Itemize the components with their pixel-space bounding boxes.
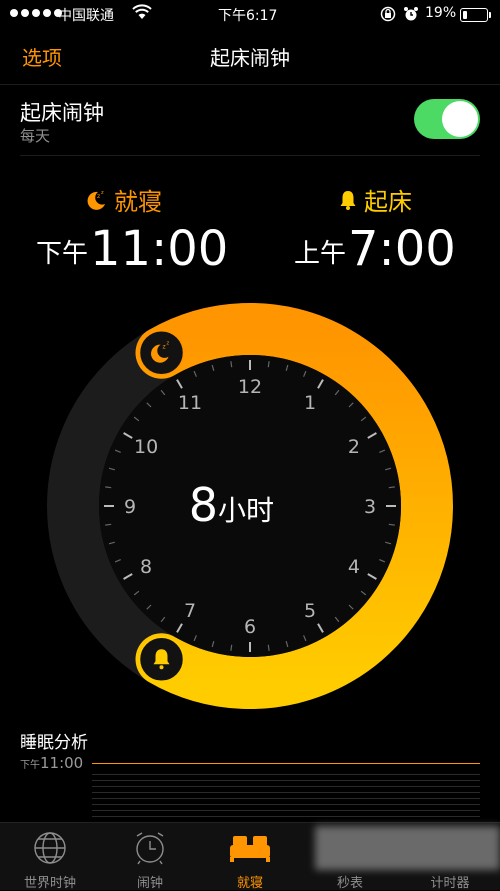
sleep-clock-dial: 121234567891011 z z 8 小时 (47, 303, 453, 709)
alarm-settings-row: 起床闹钟 每天 (20, 85, 480, 156)
bedtime-moon-icon: z z (87, 190, 105, 210)
alarm-enable-toggle[interactable] (414, 99, 480, 139)
bed-icon (230, 836, 270, 862)
sleep-analysis-title: 睡眠分析 (20, 733, 88, 753)
tab-alarm[interactable]: 闹钟 (100, 823, 200, 891)
clock-tick (388, 523, 395, 526)
status-time: 下午6:17 (218, 8, 278, 24)
clock-number: 5 (304, 600, 316, 622)
clock-tick (105, 523, 112, 526)
clock-number: 2 (348, 436, 360, 458)
analysis-grid-line (92, 804, 480, 805)
tab-bedtime[interactable]: 就寝 (200, 823, 300, 891)
wake-bell-icon (340, 190, 356, 210)
bedtime-header: z z 就寝 (84, 182, 162, 217)
status-bar: 中国联通 下午6:17 19% (0, 0, 500, 28)
analysis-grid-line (92, 780, 480, 781)
clock-number: 9 (124, 496, 136, 518)
clock-tick (267, 361, 270, 368)
blurred-overlay (315, 826, 500, 870)
clock-tick (230, 644, 233, 651)
analysis-grid-line (92, 816, 480, 817)
bedtime-handle[interactable]: z z (138, 329, 185, 376)
clock-tick (267, 644, 270, 651)
carrier-name: 中国联通 (58, 8, 114, 24)
globe-icon (34, 832, 66, 864)
clock-tick (105, 486, 112, 489)
wifi-icon (132, 4, 152, 19)
clock-number: 1 (304, 392, 316, 414)
tab-world-clock[interactable]: 世界时钟 (0, 823, 100, 891)
analysis-grid-line (92, 774, 480, 775)
analysis-grid-line (92, 792, 480, 793)
battery-percent: 19% (425, 5, 457, 21)
wake-label: 起床 (364, 188, 412, 216)
clock-number: 7 (184, 600, 196, 622)
battery-icon (460, 8, 491, 22)
clock-number: 6 (244, 616, 256, 638)
clock-number: 8 (140, 556, 152, 578)
analysis-grid-line (92, 786, 480, 787)
tab-label: 世界时钟 (23, 876, 76, 891)
clock-number: 12 (238, 376, 262, 398)
wake-handle[interactable] (138, 636, 185, 683)
alarm-title: 起床闹钟 (20, 101, 104, 125)
clock-tick (230, 361, 233, 368)
sleep-analysis-time: 下午11:00 (20, 754, 83, 772)
tab-label: 闹钟 (136, 876, 163, 891)
sleep-analysis-clock: 11:00 (40, 754, 84, 772)
svg-text:z: z (167, 341, 170, 347)
analysis-grid-line (92, 798, 480, 799)
clock-number: 11 (178, 392, 202, 414)
options-button[interactable]: 选项 (22, 42, 62, 71)
svg-text:z: z (101, 190, 104, 196)
tab-label: 就寝 (236, 876, 263, 891)
sleep-duration-unit: 小时 (218, 494, 274, 527)
toggle-knob (442, 101, 478, 137)
analysis-grid-line (92, 810, 480, 811)
alarm-status-icon (404, 7, 418, 21)
svg-text:z: z (163, 344, 166, 351)
tab-label: 秒表 (336, 876, 363, 891)
page-title: 起床闹钟 (210, 46, 290, 70)
clock-number: 4 (348, 556, 360, 578)
signal-strength-icon (10, 9, 62, 17)
svg-text:z: z (97, 193, 100, 200)
clock-number: 3 (364, 496, 376, 518)
clock-number: 10 (134, 436, 158, 458)
alarm-repeat-label: 每天 (20, 127, 51, 145)
sleep-analysis-ampm: 下午 (20, 760, 40, 771)
navigation-bar: 起床闹钟 选项 (0, 28, 500, 85)
sleep-analysis-line (92, 763, 480, 764)
rotation-lock-icon (380, 6, 396, 22)
bedtime-label: 就寝 (114, 188, 162, 216)
sleep-duration-value: 8 (189, 478, 218, 532)
wake-header: 起床 (338, 182, 412, 217)
tab-label: 计时器 (430, 876, 470, 891)
clock-tick (388, 486, 395, 489)
alarm-clock-icon (136, 832, 164, 865)
sleep-analysis-row: 下午11:00 (20, 754, 480, 780)
